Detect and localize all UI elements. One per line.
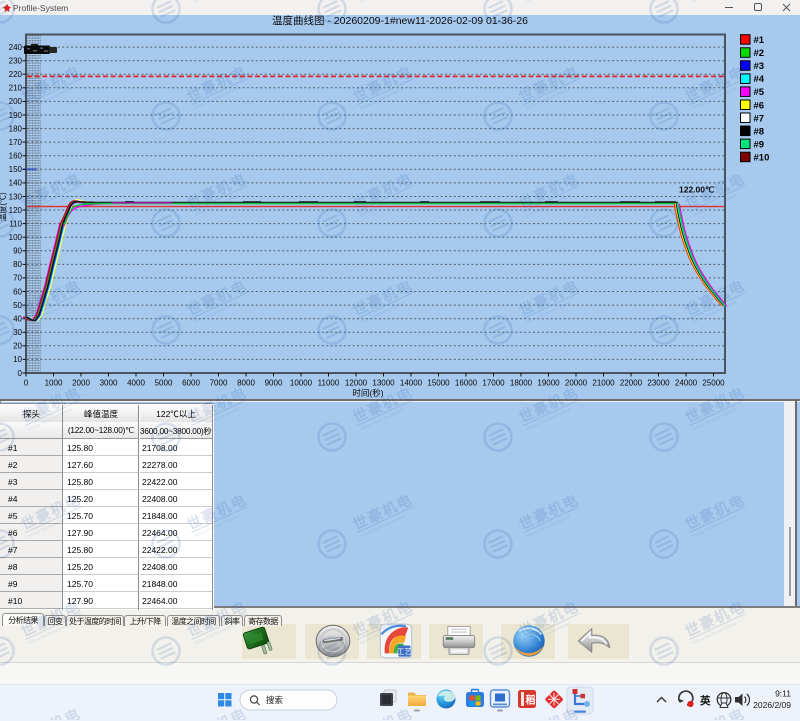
svg-text:#6: #6 [754, 100, 765, 111]
svg-text:20000: 20000 [565, 378, 588, 387]
svg-text:60: 60 [13, 287, 22, 296]
svg-text:12000: 12000 [345, 378, 368, 387]
svg-text:3000: 3000 [100, 378, 118, 387]
svg-text:5000: 5000 [155, 378, 173, 387]
svg-text:稻: 稻 [526, 694, 536, 707]
svg-text:时间(秒): 时间(秒) [352, 388, 383, 398]
svg-text:50: 50 [13, 301, 22, 310]
svg-text:220: 220 [9, 70, 23, 79]
svg-text:温度曲线图 - 20260209-1#new11-2026-: 温度曲线图 - 20260209-1#new11-2026-02-09 01-3… [272, 14, 528, 27]
svg-text:20: 20 [13, 342, 22, 351]
svg-text:30: 30 [13, 328, 22, 337]
svg-text:170: 170 [9, 138, 23, 147]
svg-text:80: 80 [13, 260, 22, 269]
svg-text:0: 0 [18, 369, 23, 378]
svg-text:40: 40 [13, 315, 22, 324]
svg-text:140: 140 [9, 179, 23, 188]
svg-text:2026/2/09: 2026/2/09 [753, 700, 791, 710]
svg-text:#3: #3 [754, 61, 765, 72]
svg-text:90: 90 [13, 247, 22, 256]
svg-text:210: 210 [9, 84, 23, 93]
svg-text:25000: 25000 [702, 378, 725, 387]
svg-text:8000: 8000 [237, 378, 255, 387]
svg-text:100: 100 [9, 233, 23, 242]
svg-text:190: 190 [9, 111, 23, 120]
svg-text:2000: 2000 [72, 378, 90, 387]
svg-text:9:11: 9:11 [775, 689, 791, 699]
svg-text:13000: 13000 [372, 378, 395, 387]
svg-text:24000: 24000 [675, 378, 698, 387]
svg-text:15000: 15000 [427, 378, 450, 387]
svg-text:9000: 9000 [265, 378, 283, 387]
svg-text:200: 200 [9, 97, 23, 106]
svg-text:18000: 18000 [510, 378, 533, 387]
svg-text:14000: 14000 [400, 378, 423, 387]
svg-text:7000: 7000 [210, 378, 228, 387]
svg-text:10: 10 [13, 355, 22, 364]
svg-text:70: 70 [13, 274, 22, 283]
svg-text:工艺: 工艺 [397, 647, 412, 656]
svg-text:23000: 23000 [647, 378, 670, 387]
svg-text:10000: 10000 [290, 378, 313, 387]
svg-text:21000: 21000 [592, 378, 615, 387]
svg-text:19000: 19000 [537, 378, 560, 387]
svg-text:22000: 22000 [620, 378, 643, 387]
svg-text:#10: #10 [754, 153, 770, 164]
svg-text:122.00℃: 122.00℃ [679, 185, 715, 195]
svg-text:130: 130 [9, 192, 23, 201]
svg-text:英: 英 [699, 694, 711, 707]
svg-text:120: 120 [9, 206, 23, 215]
svg-text:1000: 1000 [45, 378, 63, 387]
svg-text:搜索: 搜索 [266, 695, 283, 705]
svg-text:17000: 17000 [482, 378, 505, 387]
svg-text:#7: #7 [754, 113, 765, 124]
svg-text:#4: #4 [754, 74, 765, 85]
svg-text:#9: #9 [754, 139, 765, 150]
svg-text:230: 230 [9, 57, 23, 66]
svg-text:#2: #2 [754, 48, 765, 59]
svg-text:160: 160 [9, 152, 23, 161]
svg-text:6000: 6000 [182, 378, 200, 387]
svg-text:#1: #1 [754, 35, 765, 46]
svg-text:11000: 11000 [318, 378, 340, 387]
svg-text:180: 180 [9, 124, 23, 133]
svg-text:150: 150 [9, 165, 23, 174]
svg-text:#5: #5 [754, 87, 765, 98]
svg-text:4000: 4000 [127, 378, 145, 387]
svg-text:16000: 16000 [455, 378, 478, 387]
svg-text:#8: #8 [754, 126, 765, 137]
svg-text:0: 0 [24, 378, 29, 387]
svg-text:110: 110 [9, 219, 22, 228]
svg-text:240: 240 [9, 43, 23, 52]
svg-text:温度(℃): 温度(℃) [0, 192, 8, 222]
